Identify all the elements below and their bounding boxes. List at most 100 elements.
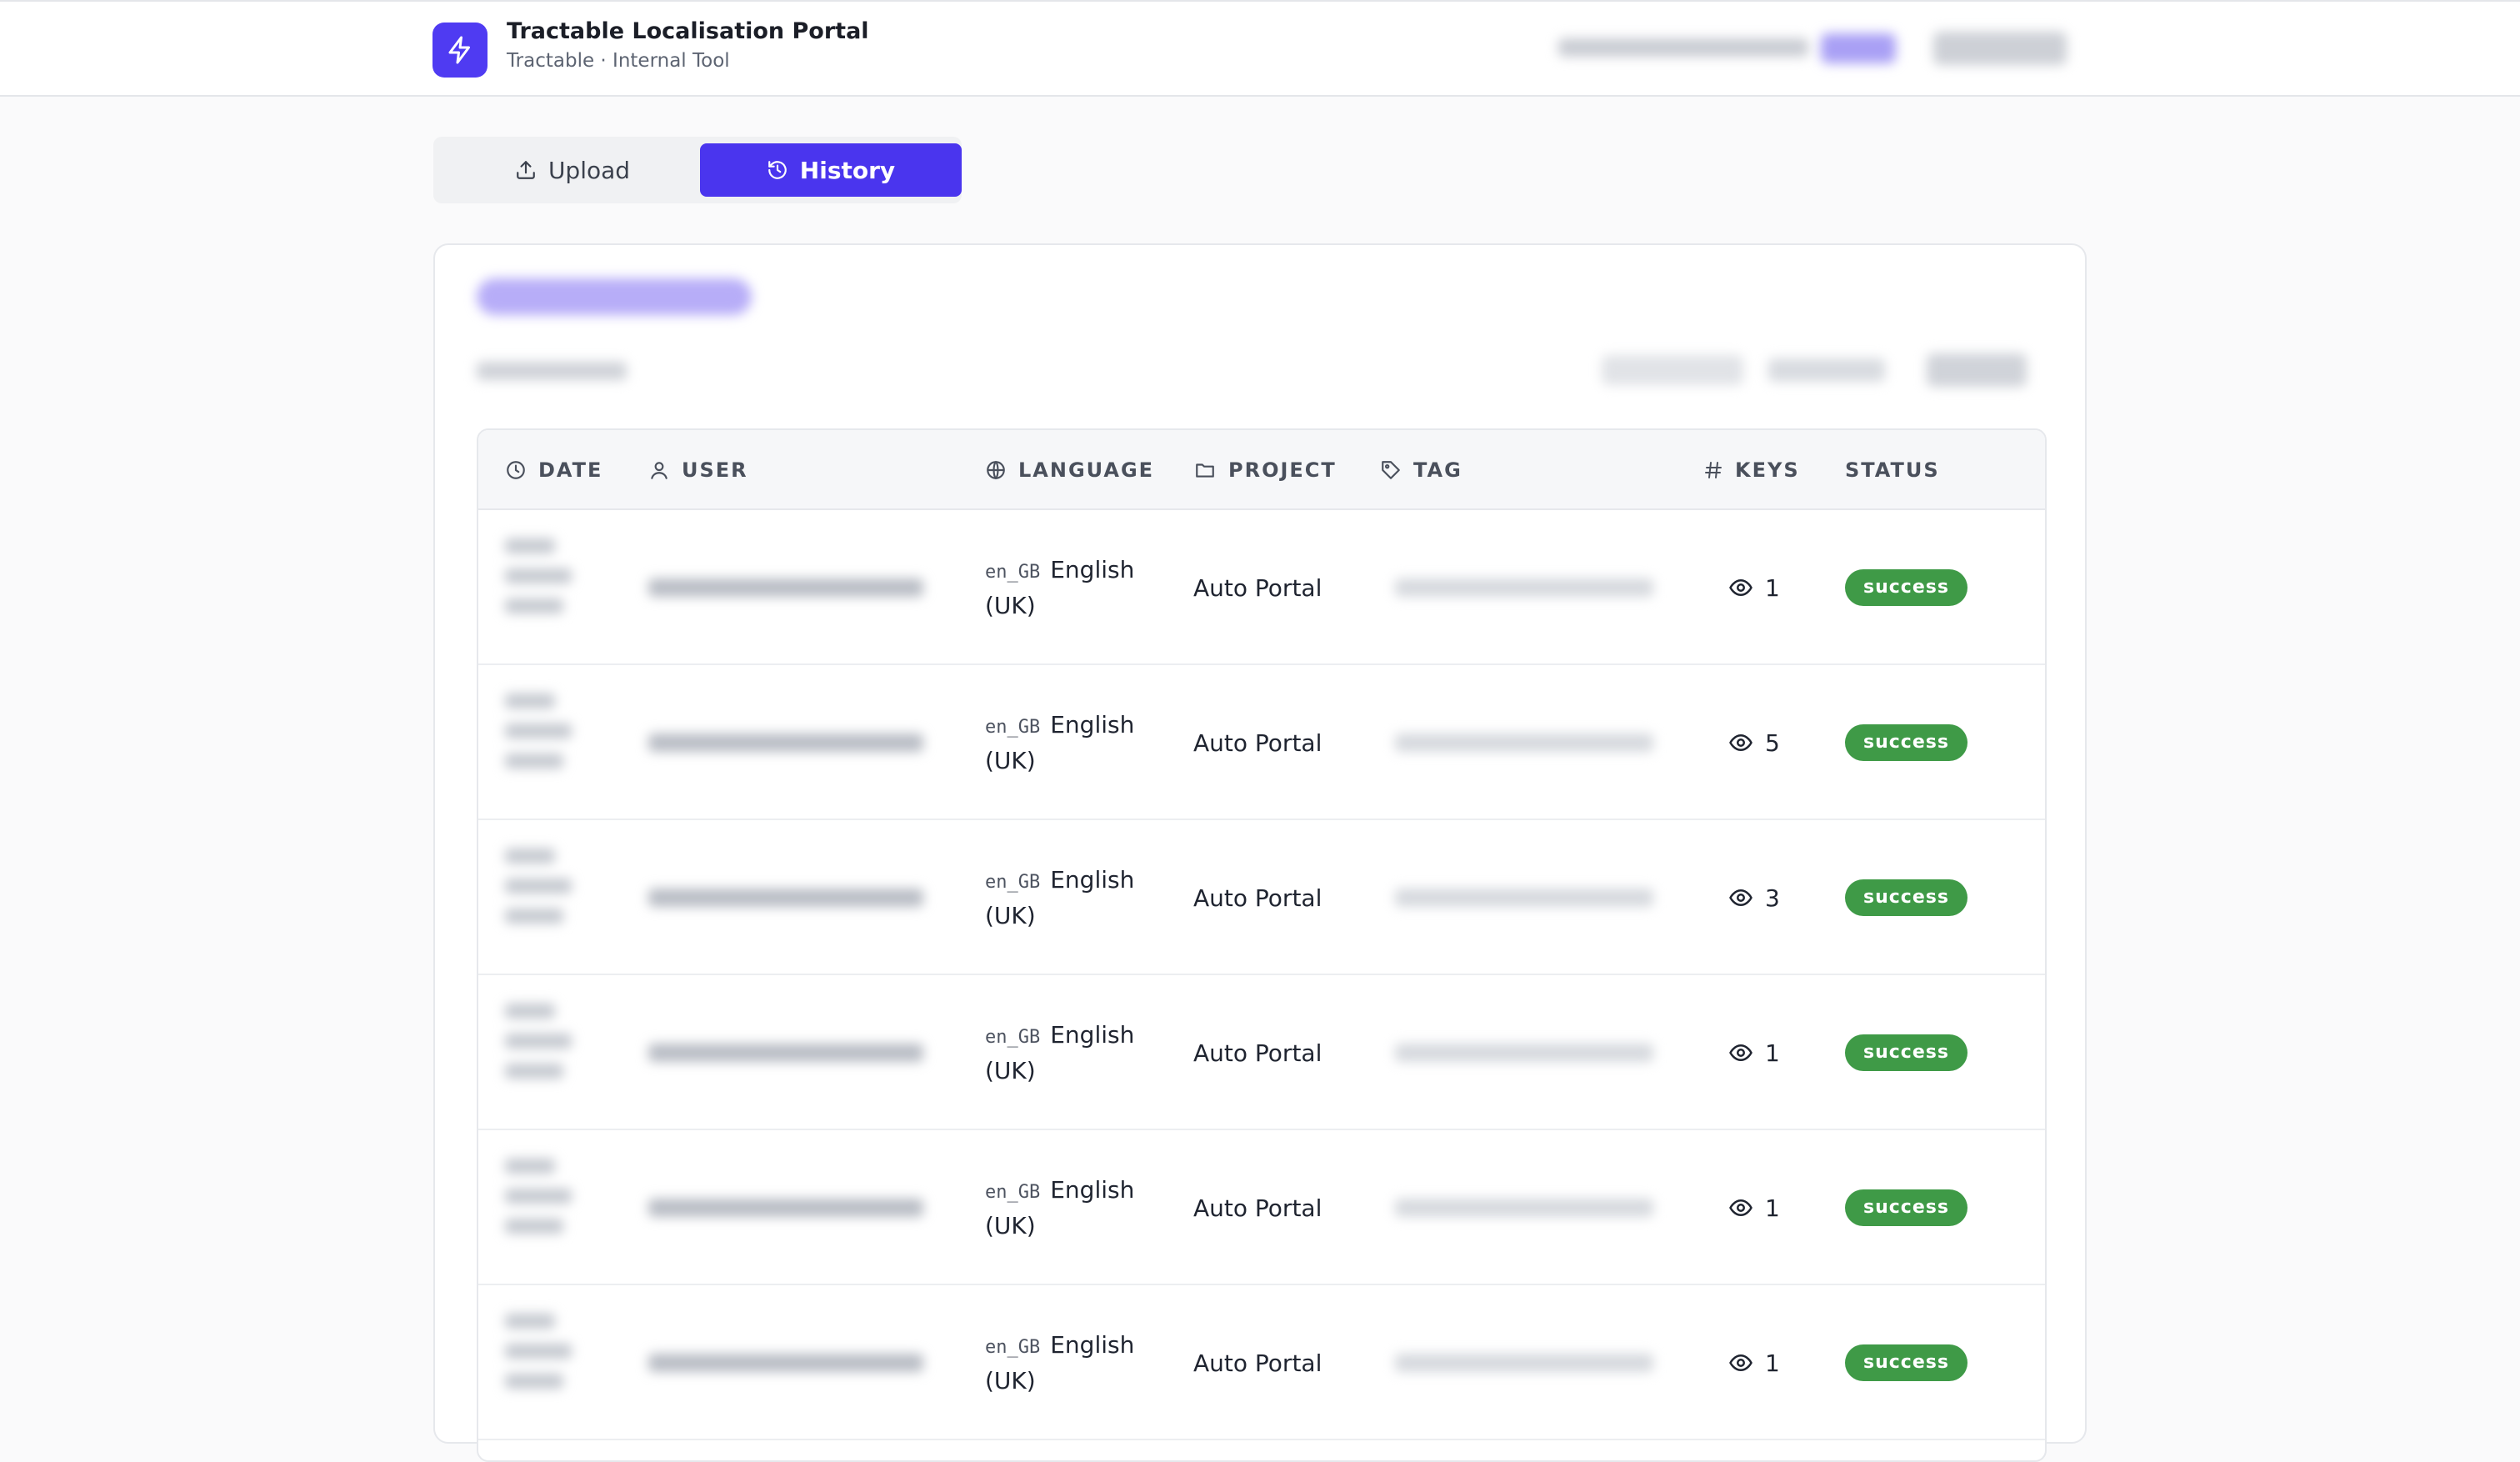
status-badge: success bbox=[1845, 879, 1968, 916]
eye-icon[interactable] bbox=[1728, 885, 1753, 910]
upload-icon bbox=[517, 161, 535, 179]
tab-history[interactable]: History bbox=[700, 143, 962, 197]
table-row[interactable]: en_GB English (UK) Auto Portal 1 success bbox=[478, 1285, 2045, 1440]
redacted-date bbox=[505, 1004, 580, 1104]
status-badge: success bbox=[1845, 724, 1968, 761]
keys-cell: 5 bbox=[1728, 665, 1780, 820]
keys-count: 1 bbox=[1765, 1194, 1780, 1222]
project-name: Auto Portal bbox=[1193, 1194, 1322, 1222]
project-cell: Auto Portal bbox=[1193, 1285, 1322, 1440]
eye-icon[interactable] bbox=[1728, 1195, 1753, 1220]
status-badge: success bbox=[1845, 1344, 1968, 1381]
status-cell: success bbox=[1845, 510, 1968, 665]
redacted-date bbox=[505, 849, 580, 949]
column-header-language: LANGUAGE bbox=[985, 430, 1154, 510]
folder-icon bbox=[1196, 463, 1214, 478]
keys-count: 1 bbox=[1765, 1039, 1780, 1067]
redacted-role-badge bbox=[1821, 33, 1896, 63]
redacted-panel-heading bbox=[477, 278, 752, 315]
redacted-date bbox=[505, 1314, 580, 1414]
redacted-signout-button[interactable] bbox=[1933, 32, 2067, 65]
redacted-date bbox=[505, 538, 580, 638]
status-cell: success bbox=[1845, 975, 1968, 1130]
keys-count: 1 bbox=[1765, 573, 1780, 602]
user-icon bbox=[651, 462, 668, 479]
language-code: en_GB bbox=[985, 1336, 1041, 1358]
tab-upload[interactable]: Upload bbox=[440, 143, 705, 197]
history-table: DATE USER LANGUAGE PROJECT TAG KEYS STAT… bbox=[477, 428, 2047, 1462]
table-row[interactable]: en_GB English (UK) Auto Portal 1 success bbox=[478, 1130, 2045, 1285]
keys-count: 3 bbox=[1765, 884, 1780, 912]
eye-icon[interactable] bbox=[1728, 1040, 1753, 1065]
language-cell: en_GB English (UK) bbox=[985, 665, 1168, 820]
eye-icon[interactable] bbox=[1728, 730, 1753, 755]
redacted-tag bbox=[1395, 734, 1653, 752]
column-header-project: PROJECT bbox=[1193, 430, 1337, 510]
language-cell: en_GB English (UK) bbox=[985, 1130, 1168, 1285]
redacted-next-button[interactable] bbox=[1927, 353, 2027, 387]
clock-icon bbox=[507, 461, 525, 479]
status-cell: success bbox=[1845, 820, 1968, 975]
language-cell: en_GB English (UK) bbox=[985, 1285, 1168, 1440]
column-header-tag: TAG bbox=[1380, 430, 1462, 510]
redacted-tag bbox=[1395, 1199, 1653, 1217]
language-code: en_GB bbox=[985, 1026, 1041, 1048]
eye-icon[interactable] bbox=[1728, 1350, 1753, 1375]
redacted-tag bbox=[1395, 1044, 1653, 1062]
hash-icon bbox=[1705, 462, 1722, 478]
redacted-date bbox=[505, 1159, 580, 1259]
redacted-date bbox=[505, 693, 580, 794]
language-cell: en_GB English (UK) bbox=[985, 975, 1168, 1130]
app-logo bbox=[432, 23, 488, 78]
keys-cell: 1 bbox=[1728, 510, 1780, 665]
table-header: DATE USER LANGUAGE PROJECT TAG KEYS STAT… bbox=[478, 430, 2045, 510]
lightning-icon bbox=[448, 36, 470, 64]
column-header-status: STATUS bbox=[1845, 458, 1940, 482]
status-cell: success bbox=[1845, 665, 1968, 820]
app-subtitle: Tractable · Internal Tool bbox=[507, 50, 730, 72]
project-name: Auto Portal bbox=[1193, 884, 1322, 912]
eye-icon[interactable] bbox=[1728, 575, 1753, 600]
table-row[interactable]: en_GB English (UK) Auto Portal 1 success bbox=[478, 510, 2045, 665]
column-header-keys: KEYS bbox=[1703, 430, 1800, 510]
tab-history-label: History bbox=[799, 156, 896, 184]
language-code: en_GB bbox=[985, 871, 1041, 893]
status-badge: success bbox=[1845, 1189, 1968, 1226]
language-cell: en_GB English (UK) bbox=[985, 820, 1168, 975]
table-row[interactable]: en_GB English (UK) Auto Portal 5 success bbox=[478, 665, 2045, 820]
redacted-page-indicator bbox=[1768, 358, 1885, 382]
keys-cell: 1 bbox=[1728, 1130, 1780, 1285]
redacted-user bbox=[648, 578, 923, 597]
redacted-tag bbox=[1395, 1354, 1653, 1372]
status-badge: success bbox=[1845, 569, 1968, 606]
project-cell: Auto Portal bbox=[1193, 1130, 1322, 1285]
redacted-user bbox=[648, 734, 923, 752]
project-name: Auto Portal bbox=[1193, 1349, 1322, 1377]
status-cell: success bbox=[1845, 1130, 1968, 1285]
keys-count: 1 bbox=[1765, 1349, 1780, 1377]
tab-upload-label: Upload bbox=[548, 156, 631, 184]
redacted-user bbox=[648, 1044, 923, 1062]
project-cell: Auto Portal bbox=[1193, 975, 1322, 1130]
language-cell: en_GB English (UK) bbox=[985, 510, 1168, 665]
status-cell: success bbox=[1845, 1285, 1968, 1440]
keys-cell: 1 bbox=[1728, 975, 1780, 1130]
language-code: en_GB bbox=[985, 1181, 1041, 1203]
redacted-tag bbox=[1395, 578, 1653, 597]
table-row[interactable]: en_GB English (UK) Auto Portal 1 success bbox=[478, 975, 2045, 1130]
keys-cell: 3 bbox=[1728, 820, 1780, 975]
project-cell: Auto Portal bbox=[1193, 820, 1322, 975]
redacted-user bbox=[648, 889, 923, 907]
project-name: Auto Portal bbox=[1193, 728, 1322, 757]
keys-count: 5 bbox=[1765, 728, 1780, 757]
redacted-previous-button[interactable] bbox=[1602, 355, 1743, 385]
history-icon bbox=[768, 161, 787, 179]
tag-icon bbox=[1382, 461, 1400, 479]
view-tabs: Upload History bbox=[433, 137, 962, 203]
redacted-user-email bbox=[1558, 38, 1808, 57]
keys-cell: 1 bbox=[1728, 1285, 1780, 1440]
redacted-user bbox=[648, 1354, 923, 1372]
history-panel: DATE USER LANGUAGE PROJECT TAG KEYS STAT… bbox=[433, 243, 2087, 1462]
table-row[interactable]: en_GB English (UK) Auto Portal 3 success bbox=[478, 820, 2045, 975]
status-badge: success bbox=[1845, 1034, 1968, 1071]
